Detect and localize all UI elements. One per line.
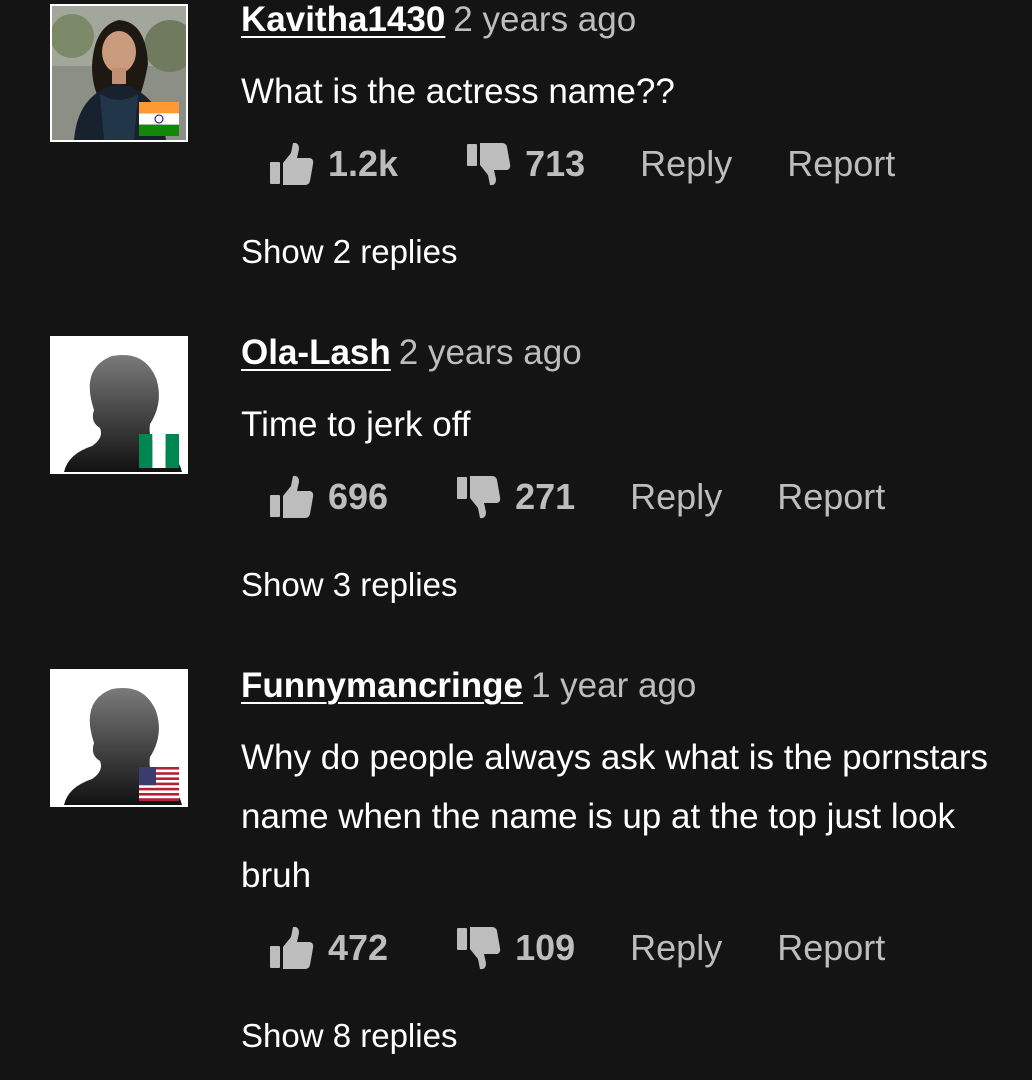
report-button[interactable]: Report — [777, 476, 885, 518]
user-avatar[interactable] — [50, 336, 188, 474]
comment-actions: 1.2k 713 Reply Report — [268, 140, 895, 188]
username-link[interactable]: Funnymancringe — [241, 666, 523, 705]
like-button[interactable]: 1.2k — [268, 141, 398, 187]
dislike-button[interactable]: 271 — [455, 474, 575, 520]
dislike-count: 271 — [515, 476, 576, 517]
dislike-button[interactable]: 109 — [455, 925, 575, 971]
user-avatar[interactable] — [50, 669, 188, 807]
like-count: 472 — [328, 927, 389, 968]
thumbs-down-icon — [457, 927, 501, 970]
like-count: 696 — [328, 476, 389, 517]
like-count: 1.2k — [328, 143, 399, 184]
like-button[interactable]: 472 — [268, 925, 388, 971]
dislike-count: 109 — [515, 927, 576, 968]
comment-header: Ola-Lash 2 years ago — [241, 333, 582, 373]
dislike-count: 713 — [525, 143, 586, 184]
comment-timestamp: 1 year ago — [530, 666, 697, 705]
report-button[interactable]: Report — [787, 143, 895, 185]
comment-actions: 472 109 Reply Report — [268, 924, 885, 972]
comment-timestamp: 2 years ago — [453, 0, 637, 39]
reply-button[interactable]: Reply — [630, 476, 722, 518]
like-button[interactable]: 696 — [268, 474, 388, 520]
thumbs-up-icon — [270, 926, 314, 969]
reply-button[interactable]: Reply — [640, 143, 732, 185]
report-button[interactable]: Report — [777, 927, 885, 969]
username-link[interactable]: Kavitha1430 — [241, 0, 445, 39]
thumbs-down-icon — [467, 143, 511, 186]
nigeria-flag-icon — [139, 434, 179, 468]
show-replies-link[interactable]: Show 8 replies — [241, 1016, 457, 1056]
thumbs-up-icon — [270, 475, 314, 518]
reply-button[interactable]: Reply — [630, 927, 722, 969]
show-replies-link[interactable]: Show 3 replies — [241, 565, 457, 605]
india-flag-icon — [139, 102, 179, 136]
comment-text: What is the actress name?? — [241, 72, 675, 111]
user-avatar[interactable] — [50, 4, 188, 142]
comment-actions: 696 271 Reply Report — [268, 473, 885, 521]
show-replies-link[interactable]: Show 2 replies — [241, 232, 457, 272]
comment-timestamp: 2 years ago — [398, 333, 582, 372]
comment-text: Time to jerk off — [241, 405, 471, 444]
comment-header: Kavitha1430 2 years ago — [241, 0, 636, 40]
thumbs-up-icon — [270, 142, 314, 185]
dislike-button[interactable]: 713 — [465, 141, 585, 187]
usa-flag-icon — [139, 767, 179, 801]
thumbs-down-icon — [457, 476, 501, 519]
comment-header: Funnymancringe 1 year ago — [241, 666, 696, 706]
username-link[interactable]: Ola-Lash — [241, 333, 391, 372]
comment-text: Why do people always ask what is the por… — [241, 738, 989, 895]
